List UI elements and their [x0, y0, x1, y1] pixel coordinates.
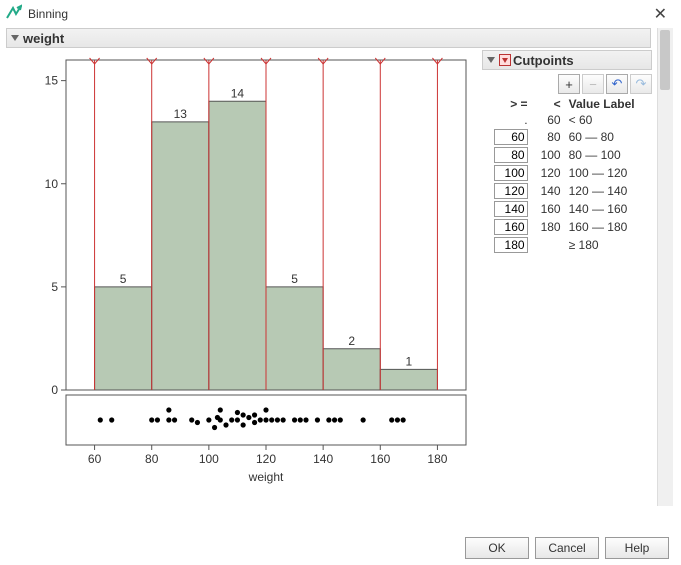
cutpoints-row: 180160 — 180	[482, 218, 652, 236]
svg-text:2: 2	[348, 334, 355, 348]
svg-text:weight: weight	[248, 470, 284, 484]
value-label-cell: < 60	[565, 112, 652, 128]
lt-cell: 80	[532, 128, 565, 146]
dialog-footer: OK Cancel Help	[465, 537, 669, 559]
svg-text:5: 5	[120, 272, 127, 286]
red-menu-icon[interactable]	[499, 54, 511, 66]
cutpoints-row: 140120 — 140	[482, 182, 652, 200]
value-label-cell: 120 — 140	[565, 182, 652, 200]
svg-text:140: 140	[313, 452, 333, 466]
lt-cell: 160	[532, 200, 565, 218]
scrollbar-thumb[interactable]	[660, 30, 670, 90]
value-label-cell: 140 — 160	[565, 200, 652, 218]
ge-input[interactable]	[494, 147, 528, 163]
svg-text:80: 80	[145, 452, 159, 466]
lt-cell: 120	[532, 164, 565, 182]
lt-cell: 60	[532, 112, 565, 128]
window-title: Binning	[28, 7, 648, 21]
ge-cell: .	[482, 112, 532, 128]
col-lt: <	[532, 96, 565, 112]
ge-input[interactable]	[494, 165, 528, 181]
col-ge: > =	[482, 96, 532, 112]
svg-text:160: 160	[370, 452, 390, 466]
cutpoints-row: 10080 — 100	[482, 146, 652, 164]
lt-cell: 140	[532, 182, 565, 200]
svg-text:1: 1	[406, 354, 413, 368]
ok-button[interactable]: OK	[465, 537, 529, 559]
cancel-button[interactable]: Cancel	[535, 537, 599, 559]
add-button[interactable]: +	[558, 74, 580, 94]
svg-text:13: 13	[174, 107, 188, 121]
lt-cell	[532, 236, 565, 254]
ge-input[interactable]	[494, 183, 528, 199]
cutpoints-row: .60< 60	[482, 112, 652, 128]
app-icon	[6, 4, 22, 23]
col-vlabel: Value Label	[565, 96, 652, 112]
cutpoints-table: > = < Value Label .60< 608060 — 8010080 …	[482, 96, 652, 254]
ge-input[interactable]	[494, 237, 528, 253]
lt-cell: 100	[532, 146, 565, 164]
variable-section-header[interactable]: weight	[6, 28, 651, 48]
help-button[interactable]: Help	[605, 537, 669, 559]
svg-text:100: 100	[199, 452, 219, 466]
ge-input[interactable]	[494, 129, 528, 145]
disclosure-icon	[487, 57, 495, 63]
svg-text:5: 5	[51, 280, 58, 294]
svg-text:14: 14	[231, 86, 245, 100]
svg-text:5: 5	[291, 272, 298, 286]
cutpoints-title: Cutpoints	[513, 53, 574, 68]
disclosure-icon	[11, 35, 19, 41]
histogram-chart[interactable]: 051015513145216080100120140160180weight	[6, 50, 476, 520]
value-label-cell: 80 — 100	[565, 146, 652, 164]
cutpoints-row: 120100 — 120	[482, 164, 652, 182]
value-label-cell: 60 — 80	[565, 128, 652, 146]
vertical-scrollbar[interactable]	[657, 28, 673, 506]
cutpoints-header[interactable]: Cutpoints	[482, 50, 652, 70]
cutpoints-toolbar: + − ↶ ↷	[482, 74, 652, 94]
ge-input[interactable]	[494, 201, 528, 217]
svg-text:180: 180	[427, 452, 447, 466]
svg-text:60: 60	[88, 452, 102, 466]
svg-text:15: 15	[45, 74, 59, 88]
redo-button[interactable]: ↷	[630, 74, 652, 94]
svg-text:120: 120	[256, 452, 276, 466]
svg-text:10: 10	[45, 177, 59, 191]
variable-name: weight	[23, 31, 64, 46]
titlebar: Binning ✕	[0, 0, 681, 26]
cutpoints-row: 160140 — 160	[482, 200, 652, 218]
close-icon[interactable]: ✕	[648, 4, 673, 24]
value-label-cell: 160 — 180	[565, 218, 652, 236]
undo-button[interactable]: ↶	[606, 74, 628, 94]
svg-text:0: 0	[51, 383, 58, 397]
lt-cell: 180	[532, 218, 565, 236]
ge-input[interactable]	[494, 219, 528, 235]
value-label-cell: 100 — 120	[565, 164, 652, 182]
value-label-cell: ≥ 180	[565, 236, 652, 254]
cutpoints-row: 8060 — 80	[482, 128, 652, 146]
remove-button[interactable]: −	[582, 74, 604, 94]
cutpoints-row: ≥ 180	[482, 236, 652, 254]
histogram-panel: 051015513145216080100120140160180weight	[6, 50, 476, 523]
